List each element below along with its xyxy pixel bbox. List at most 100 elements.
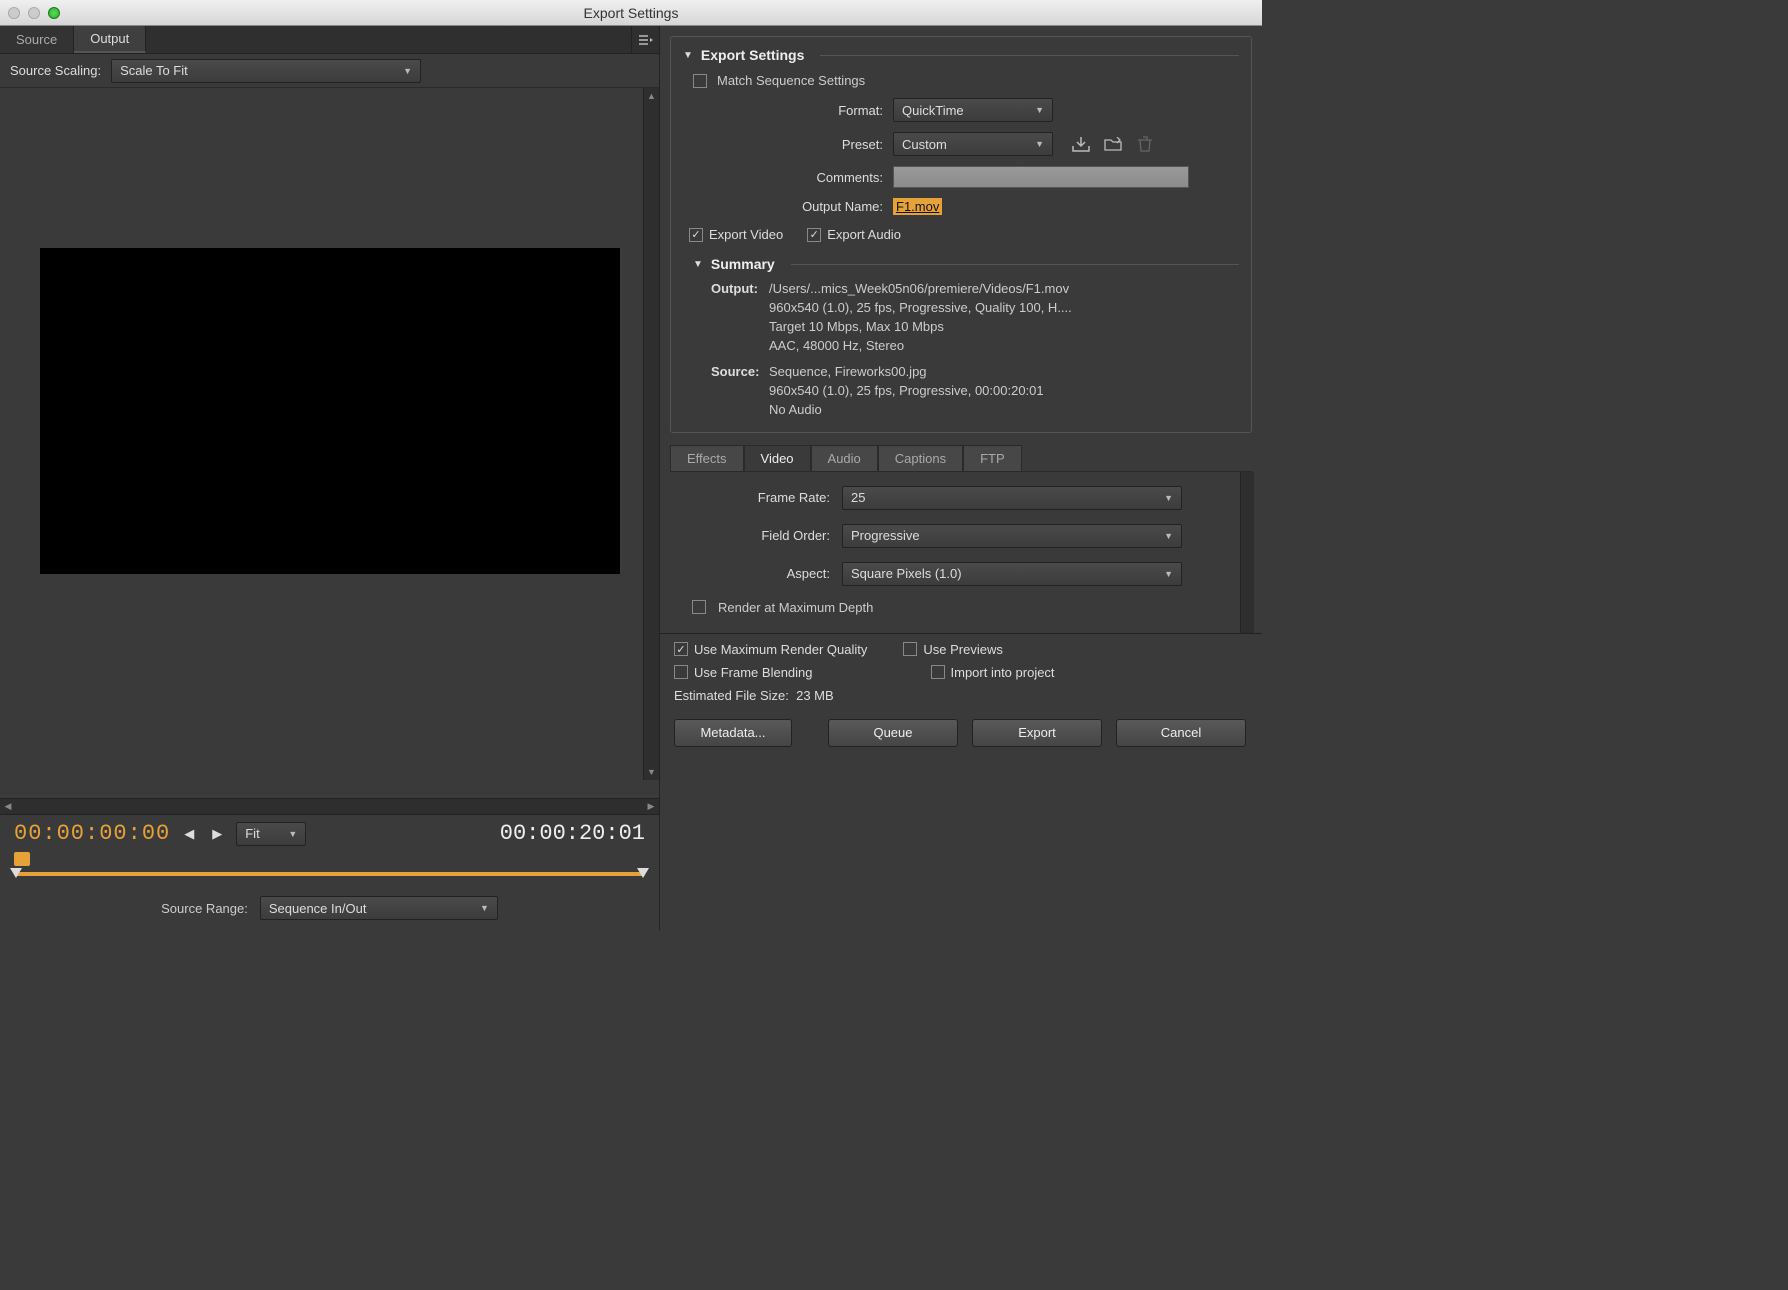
settings-panel: ▼ Export Settings Match Sequence Setting… [660, 26, 1262, 930]
comments-input[interactable] [893, 166, 1189, 188]
export-settings-box: ▼ Export Settings Match Sequence Setting… [670, 36, 1252, 433]
codec-tabs: Effects Video Audio Captions FTP [670, 445, 1262, 471]
zoom-fit-dropdown[interactable]: Fit ▼ [236, 822, 306, 846]
comments-label: Comments: [683, 170, 883, 185]
match-sequence-label: Match Sequence Settings [717, 73, 865, 88]
export-button[interactable]: Export [972, 719, 1102, 747]
tab-video[interactable]: Video [744, 445, 811, 471]
field-order-label: Field Order: [680, 528, 830, 543]
summary-source-line-1: 960x540 (1.0), 25 fps, Progressive, 00:0… [769, 382, 1239, 401]
import-preset-icon[interactable] [1103, 134, 1123, 154]
summary-output-line-2: Target 10 Mbps, Max 10 Mbps [769, 318, 1239, 337]
disclose-export-settings-icon[interactable]: ▼ [683, 50, 693, 61]
chevron-down-icon: ▼ [472, 903, 489, 913]
export-audio-toggle[interactable]: Export Audio [807, 227, 901, 242]
summary-source-line-2: No Audio [769, 401, 1239, 420]
timecode-in[interactable]: 00:00:00:00 [14, 821, 170, 846]
frame-rate-dropdown[interactable]: 25 ▼ [842, 486, 1182, 510]
aspect-value: Square Pixels (1.0) [851, 566, 962, 581]
tab-audio[interactable]: Audio [811, 445, 878, 471]
export-video-label: Export Video [709, 227, 783, 242]
timeline-bar[interactable] [14, 856, 645, 886]
field-order-dropdown[interactable]: Progressive ▼ [842, 524, 1182, 548]
summary-source-key: Source: [711, 363, 769, 382]
source-scaling-label: Source Scaling: [10, 63, 101, 78]
use-frame-blending-toggle[interactable]: Use Frame Blending [674, 665, 813, 680]
frame-rate-label: Frame Rate: [680, 490, 830, 505]
playhead-icon[interactable] [14, 852, 30, 866]
preview-scrollbar-horizontal[interactable]: ◀ ▶ [0, 798, 659, 814]
in-point-handle-icon[interactable] [10, 868, 22, 878]
work-area-bar[interactable] [14, 872, 645, 876]
export-audio-checkbox[interactable] [807, 228, 821, 242]
format-dropdown[interactable]: QuickTime ▼ [893, 98, 1053, 122]
use-frame-blending-checkbox[interactable] [674, 665, 688, 679]
tab-captions[interactable]: Captions [878, 445, 963, 471]
window-title: Export Settings [0, 5, 1262, 21]
bottom-options: Use Maximum Render Quality Use Previews … [660, 633, 1262, 713]
metadata-button[interactable]: Metadata... [674, 719, 792, 747]
use-max-quality-checkbox[interactable] [674, 642, 688, 656]
use-previews-label: Use Previews [923, 642, 1002, 657]
scroll-left-icon[interactable]: ◀ [0, 799, 16, 814]
step-back-icon[interactable]: ◀ [180, 825, 198, 843]
step-forward-icon[interactable]: ▶ [208, 825, 226, 843]
export-audio-label: Export Audio [827, 227, 901, 242]
frame-rate-value: 25 [851, 490, 865, 505]
chevron-down-icon: ▼ [1027, 105, 1044, 115]
tab-ftp[interactable]: FTP [963, 445, 1022, 471]
scroll-right-icon[interactable]: ▶ [643, 799, 659, 814]
summary-output-line-0: /Users/...mics_Week05n06/premiere/Videos… [769, 280, 1239, 299]
preset-label: Preset: [683, 137, 883, 152]
chevron-down-icon: ▼ [1027, 139, 1044, 149]
tab-output[interactable]: Output [74, 26, 146, 53]
preview-tabs: Source Output [0, 26, 659, 54]
use-frame-blending-label: Use Frame Blending [694, 665, 813, 680]
summary-output-line-1: 960x540 (1.0), 25 fps, Progressive, Qual… [769, 299, 1239, 318]
source-range-dropdown[interactable]: Sequence In/Out ▼ [260, 896, 498, 920]
use-previews-checkbox[interactable] [903, 642, 917, 656]
cancel-button[interactable]: Cancel [1116, 719, 1246, 747]
disclose-summary-icon[interactable]: ▼ [693, 259, 703, 270]
use-max-quality-toggle[interactable]: Use Maximum Render Quality [674, 642, 867, 657]
video-preview [40, 248, 620, 574]
preset-value: Custom [902, 137, 947, 152]
preset-dropdown[interactable]: Custom ▼ [893, 132, 1053, 156]
out-point-handle-icon[interactable] [637, 868, 649, 878]
source-scaling-value: Scale To Fit [120, 63, 188, 78]
source-scaling-dropdown[interactable]: Scale To Fit ▼ [111, 59, 421, 83]
estimated-size-label: Estimated File Size: [674, 688, 789, 703]
import-into-project-toggle[interactable]: Import into project [931, 665, 1055, 680]
summary-output-line-3: AAC, 48000 Hz, Stereo [769, 337, 1239, 356]
render-max-depth-label: Render at Maximum Depth [718, 600, 873, 615]
preview-area: ▲ ▼ [0, 88, 659, 798]
titlebar: Export Settings [0, 0, 1262, 26]
summary-heading: Summary [711, 256, 775, 272]
scroll-down-icon[interactable]: ▼ [644, 764, 659, 780]
render-max-depth-checkbox[interactable] [692, 600, 706, 614]
export-settings-heading: Export Settings [701, 47, 804, 63]
use-previews-toggle[interactable]: Use Previews [903, 642, 1002, 657]
preview-scrollbar-vertical[interactable]: ▲ ▼ [643, 88, 659, 780]
scroll-up-icon[interactable]: ▲ [644, 88, 659, 104]
export-video-toggle[interactable]: Export Video [689, 227, 783, 242]
aspect-label: Aspect: [680, 566, 830, 581]
tab-effects[interactable]: Effects [670, 445, 744, 471]
export-video-checkbox[interactable] [689, 228, 703, 242]
video-settings-scrollbar[interactable] [1240, 472, 1254, 633]
button-row: Metadata... Queue Export Cancel [660, 713, 1262, 757]
import-into-project-checkbox[interactable] [931, 665, 945, 679]
zoom-fit-value: Fit [245, 826, 259, 841]
delete-preset-icon [1135, 134, 1155, 154]
chevron-down-icon: ▼ [1156, 531, 1173, 541]
summary-output-key: Output: [711, 280, 769, 299]
tab-source[interactable]: Source [0, 26, 74, 53]
panel-menu-icon[interactable] [631, 26, 659, 53]
preview-panel: Source Output Source Scaling: Scale To F… [0, 26, 660, 930]
output-name-link[interactable]: F1.mov [893, 198, 942, 215]
aspect-dropdown[interactable]: Square Pixels (1.0) ▼ [842, 562, 1182, 586]
match-sequence-checkbox[interactable] [693, 74, 707, 88]
import-into-project-label: Import into project [951, 665, 1055, 680]
save-preset-icon[interactable] [1071, 134, 1091, 154]
queue-button[interactable]: Queue [828, 719, 958, 747]
